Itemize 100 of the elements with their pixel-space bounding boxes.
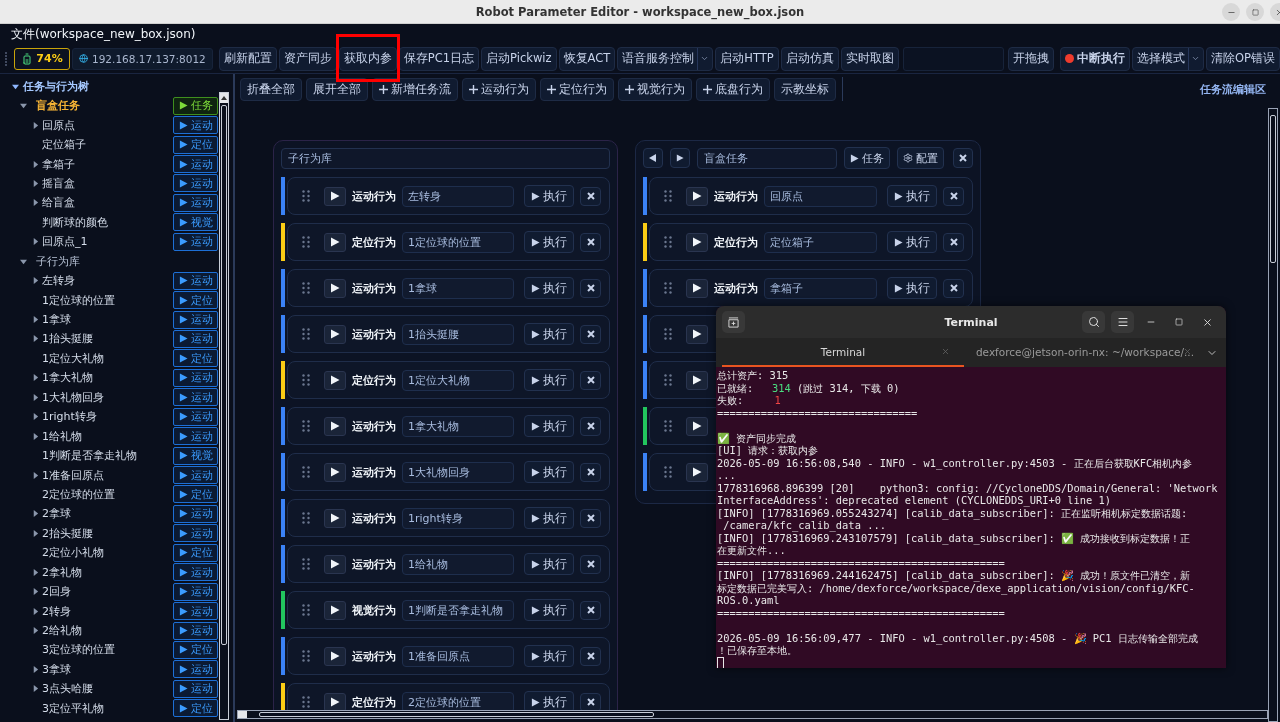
horizontal-scrollbar[interactable]: [237, 710, 1268, 719]
play-button[interactable]: [324, 692, 346, 710]
tree-item[interactable]: 2定位球的位置: [42, 486, 173, 502]
delete-button[interactable]: [580, 462, 601, 482]
behavior-badge[interactable]: 运动: [173, 524, 218, 543]
next-button[interactable]: [670, 148, 690, 168]
toolbar-button[interactable]: 选择模式: [1132, 46, 1204, 71]
behavior-badge[interactable]: 定位: [173, 699, 218, 718]
behavior-badge[interactable]: 运动: [173, 232, 218, 251]
search-button[interactable]: [1082, 311, 1105, 333]
tree-item[interactable]: 左转身: [42, 273, 173, 289]
toolbar-button[interactable]: 中断执行: [1060, 46, 1130, 71]
collapsed-caret-icon[interactable]: [31, 627, 39, 635]
name-field[interactable]: 1判断是否拿走礼物: [402, 599, 514, 621]
collapsed-caret-icon[interactable]: [31, 568, 39, 576]
behavior-badge[interactable]: 运动: [173, 271, 218, 290]
play-button[interactable]: [324, 186, 346, 206]
tree-item[interactable]: 回原点_1: [42, 234, 173, 250]
previous-button[interactable]: [643, 148, 663, 168]
name-field[interactable]: 1拿大礼物: [402, 415, 514, 437]
name-field[interactable]: 定位箱子: [764, 231, 877, 253]
behavior-badge[interactable]: 视觉: [173, 446, 218, 465]
behavior-badge[interactable]: 运动: [173, 621, 218, 640]
drag-handle-icon[interactable]: [664, 236, 672, 248]
delete-button[interactable]: [580, 324, 601, 344]
drag-handle-icon[interactable]: [302, 650, 310, 662]
tree-item[interactable]: 1准备回原点: [42, 467, 173, 483]
name-field[interactable]: 左转身: [402, 185, 514, 207]
name-field[interactable]: 2定位球的位置: [402, 691, 514, 710]
close-icon[interactable]: [1183, 347, 1192, 356]
toolbar-button[interactable]: 启动Pickwiz: [481, 46, 557, 71]
expanded-caret-icon[interactable]: [12, 83, 19, 90]
flow-title-field[interactable]: 盲盒任务: [697, 147, 837, 169]
collapsed-caret-icon[interactable]: [31, 121, 39, 129]
delete-button[interactable]: [580, 416, 601, 436]
expanded-caret-icon[interactable]: [19, 102, 27, 110]
toolbar-button[interactable]: 实时取图: [840, 46, 899, 71]
run-button[interactable]: 执行: [524, 369, 574, 391]
toolbar-button[interactable]: 启动仿真: [780, 46, 839, 71]
drag-handle-icon[interactable]: [664, 420, 672, 432]
drag-handle-icon[interactable]: [302, 328, 310, 340]
behavior-badge[interactable]: 运动: [173, 155, 218, 174]
editor-button[interactable]: 展开全部: [306, 77, 368, 101]
tree-item[interactable]: 1拿球: [42, 312, 173, 328]
tree-item[interactable]: 2拿礼物: [42, 564, 173, 580]
collapsed-caret-icon[interactable]: [31, 238, 39, 246]
drag-handle-icon[interactable]: [302, 374, 310, 386]
play-button[interactable]: [686, 416, 708, 436]
tree-item[interactable]: 2给礼物: [42, 623, 173, 639]
toolbar-button[interactable]: 清除OP错误: [1206, 46, 1280, 71]
behavior-badge[interactable]: 运动: [173, 466, 218, 485]
play-button[interactable]: [324, 370, 346, 390]
toolbar-button[interactable]: 恢复ACT: [558, 46, 616, 71]
run-button[interactable]: 执行: [524, 553, 574, 575]
play-button[interactable]: [686, 324, 708, 344]
editor-button[interactable]: 定位行为: [540, 77, 614, 101]
task-badge[interactable]: 任务: [173, 96, 218, 115]
play-button[interactable]: [324, 508, 346, 528]
tree-item[interactable]: 定位箱子: [42, 137, 173, 153]
behavior-badge[interactable]: 运动: [173, 582, 218, 601]
tree-item[interactable]: 3拿球: [42, 661, 173, 677]
toolbar-button[interactable]: 保存PC1日志: [398, 46, 480, 71]
drag-handle-icon[interactable]: [664, 466, 672, 478]
drag-handle-icon[interactable]: [302, 282, 310, 294]
drag-handle-icon[interactable]: [664, 282, 672, 294]
tree-group[interactable]: 子行为库: [36, 253, 218, 269]
tree-item[interactable]: 1定位球的位置: [42, 292, 173, 308]
delete-button[interactable]: [943, 186, 964, 206]
behavior-badge[interactable]: 定位: [173, 485, 218, 504]
collapsed-caret-icon[interactable]: [31, 277, 39, 285]
tree-item[interactable]: 3点头哈腰: [42, 681, 173, 697]
collapsed-caret-icon[interactable]: [31, 665, 39, 673]
flow-title-field[interactable]: 子行为库: [281, 147, 610, 169]
config-button[interactable]: 配置: [897, 147, 944, 169]
play-button[interactable]: [324, 600, 346, 620]
play-button[interactable]: [324, 278, 346, 298]
tree-item[interactable]: 3定位球的位置: [42, 642, 173, 658]
toolbar-button[interactable]: 启动HTTP: [715, 46, 779, 71]
run-button[interactable]: 执行: [524, 415, 574, 437]
name-field[interactable]: 1定位大礼物: [402, 369, 514, 391]
toolbar-button[interactable]: 语音服务控制: [617, 46, 714, 71]
behavior-badge[interactable]: 运动: [173, 563, 218, 582]
drag-handle-icon[interactable]: [664, 190, 672, 202]
task-button[interactable]: 任务: [844, 147, 890, 169]
tree-item[interactable]: 判断球的颜色: [42, 214, 173, 230]
run-button[interactable]: 执行: [524, 645, 574, 667]
name-field[interactable]: 1大礼物回身: [402, 461, 514, 483]
run-button[interactable]: 执行: [524, 461, 574, 483]
tree-group[interactable]: 盲盒任务: [36, 98, 173, 114]
editor-button[interactable]: 新增任务流: [372, 77, 458, 101]
vertical-scrollbar[interactable]: [1268, 108, 1278, 722]
tree-item[interactable]: 2抬头挺腰: [42, 525, 173, 541]
run-button[interactable]: 执行: [887, 277, 937, 299]
tree-item[interactable]: 1给礼物: [42, 428, 173, 444]
tree-item[interactable]: 1抬头挺腰: [42, 331, 173, 347]
delete-button[interactable]: [943, 278, 964, 298]
behavior-badge[interactable]: 运动: [173, 602, 218, 621]
behavior-badge[interactable]: 运动: [173, 193, 218, 212]
new-tab-button[interactable]: [722, 311, 745, 333]
name-field[interactable]: 回原点: [764, 185, 877, 207]
